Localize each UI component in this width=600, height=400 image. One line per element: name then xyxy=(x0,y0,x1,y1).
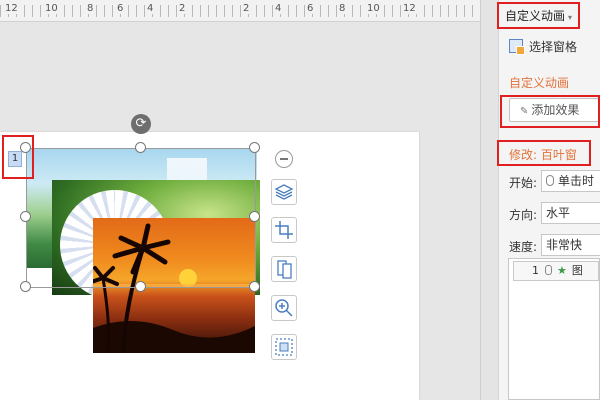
ruler-number: 8 xyxy=(86,3,95,14)
speed-select[interactable]: 非常快 xyxy=(541,234,600,256)
speed-label: 速度: xyxy=(509,240,538,254)
fit-frame-button[interactable] xyxy=(271,334,297,360)
effect-label: 图 xyxy=(571,264,583,277)
highlight-box-badge xyxy=(2,135,34,179)
resize-handle[interactable] xyxy=(249,142,260,153)
ruler-number: 12 xyxy=(402,3,417,14)
highlight-box-add-effect xyxy=(500,95,600,128)
selection-pane-icon xyxy=(509,39,525,55)
zoom-icon xyxy=(275,299,293,317)
crop-button[interactable] xyxy=(271,217,297,243)
effect-list[interactable]: 1 ★ 图 xyxy=(508,258,600,400)
crop-icon xyxy=(275,221,293,239)
resize-handle[interactable] xyxy=(20,211,31,222)
mouse-icon xyxy=(545,265,552,275)
pane-splitter[interactable] xyxy=(480,0,498,400)
start-select[interactable]: 单击时 xyxy=(541,170,600,192)
ruler-number: 4 xyxy=(274,3,283,14)
layers-button[interactable] xyxy=(271,179,297,205)
start-label: 开始: xyxy=(509,176,538,190)
resize-handle[interactable] xyxy=(249,281,260,292)
ruler-number: 10 xyxy=(44,3,59,14)
fit-frame-icon xyxy=(275,338,293,356)
ruler-number: 10 xyxy=(366,3,381,14)
selection-outline xyxy=(26,148,256,288)
ruler-number: 6 xyxy=(116,3,125,14)
highlight-box-modify xyxy=(497,140,591,166)
section-title: 自定义动画 xyxy=(509,76,570,90)
resize-handle[interactable] xyxy=(20,281,31,292)
ruler-number: 2 xyxy=(242,3,251,14)
zoom-button[interactable] xyxy=(271,295,297,321)
collapse-icon[interactable] xyxy=(275,150,293,168)
ruler-number: 6 xyxy=(306,3,315,14)
replace-picture-icon xyxy=(277,260,292,279)
layers-icon xyxy=(274,184,294,200)
rotate-icon[interactable]: ⟳ xyxy=(131,114,151,134)
direction-select[interactable]: 水平 xyxy=(541,202,600,224)
ruler-number: 12 xyxy=(4,3,19,14)
speed-value: 非常快 xyxy=(546,238,583,252)
resize-handle[interactable] xyxy=(135,281,146,292)
mouse-icon xyxy=(546,175,554,186)
ruler-number: 4 xyxy=(146,3,155,14)
selection-pane-button[interactable]: 选择窗格 xyxy=(509,38,577,55)
direction-value: 水平 xyxy=(546,206,571,220)
ruler-number: 2 xyxy=(178,3,187,14)
replace-picture-button[interactable] xyxy=(271,256,297,282)
effect-order: 1 xyxy=(532,264,539,277)
star-icon: ★ xyxy=(557,264,567,277)
direction-label: 方向: xyxy=(509,208,538,222)
horizontal-ruler: 12 10 8 6 4 2 2 4 6 8 10 12 xyxy=(0,0,480,22)
resize-handle[interactable] xyxy=(249,211,260,222)
resize-handle[interactable] xyxy=(135,142,146,153)
start-value: 单击时 xyxy=(558,174,595,188)
ruler-number: 8 xyxy=(338,3,347,14)
highlight-box-title xyxy=(497,2,580,29)
list-item[interactable]: 1 ★ 图 xyxy=(513,261,599,281)
selection-pane-label: 选择窗格 xyxy=(529,40,578,54)
